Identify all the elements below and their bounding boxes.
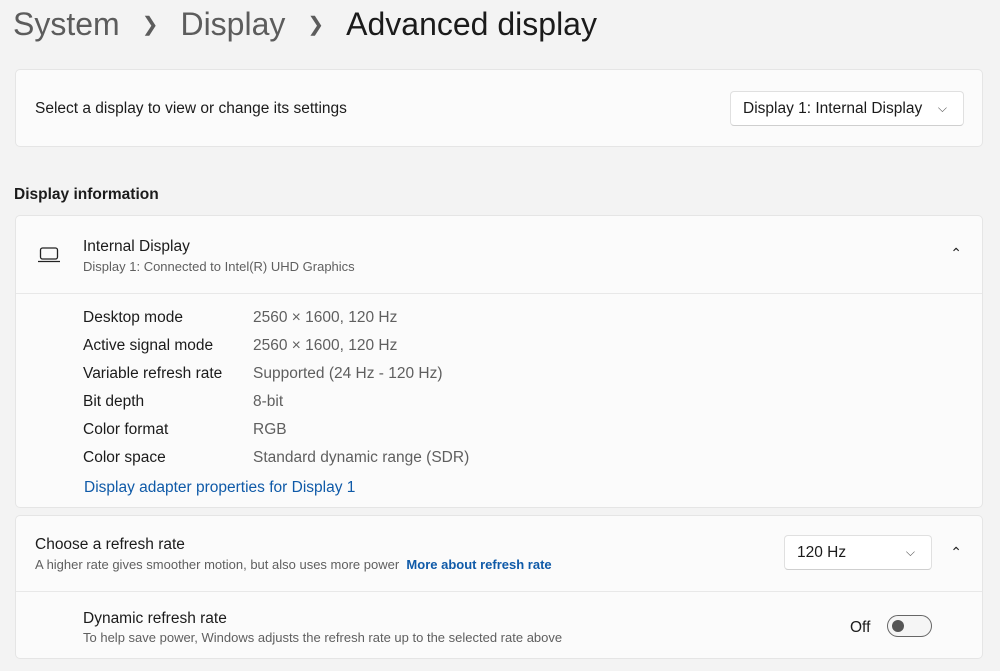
breadcrumb-system[interactable]: System <box>13 6 120 43</box>
refresh-rate-dropdown[interactable]: 120 Hz ⌵ <box>784 535 932 570</box>
info-row: Desktop mode 2560 × 1600, 120 Hz <box>83 309 398 326</box>
adapter-properties-link[interactable]: Display adapter properties for Display 1 <box>84 479 355 497</box>
chevron-up-icon[interactable]: ⌃ <box>950 245 962 262</box>
display-subtitle: Display 1: Connected to Intel(R) UHD Gra… <box>83 259 355 274</box>
display-select-value: Display 1: Internal Display <box>743 99 923 117</box>
info-row: Color format RGB <box>83 421 287 438</box>
display-select-dropdown[interactable]: Display 1: Internal Display ⌵ <box>730 91 964 126</box>
display-info-header[interactable]: Internal Display Display 1: Connected to… <box>16 216 982 293</box>
dynamic-refresh-desc: To help save power, Windows adjusts the … <box>83 630 563 645</box>
refresh-rate-card: Choose a refresh rate A higher rate give… <box>15 515 983 659</box>
laptop-icon <box>38 247 60 263</box>
display-name: Internal Display <box>83 238 190 255</box>
info-row: Active signal mode 2560 × 1600, 120 Hz <box>83 337 398 354</box>
refresh-more-link[interactable]: More about refresh rate <box>406 557 551 572</box>
select-display-label: Select a display to view or change its s… <box>35 100 347 117</box>
select-display-card: Select a display to view or change its s… <box>15 69 983 147</box>
breadcrumb: System ❯ Display ❯ Advanced display <box>13 6 597 43</box>
page-title: Advanced display <box>346 6 597 42</box>
dynamic-refresh-title: Dynamic refresh rate <box>83 610 227 627</box>
chevron-down-icon: ⌵ <box>937 101 947 115</box>
display-info-card: Internal Display Display 1: Connected to… <box>15 215 983 508</box>
refresh-desc: A higher rate gives smoother motion, but… <box>35 557 552 572</box>
toggle-state-label: Off <box>850 619 871 636</box>
chevron-right-icon: ❯ <box>307 14 325 36</box>
dynamic-refresh-toggle[interactable] <box>887 615 932 637</box>
chevron-right-icon: ❯ <box>141 14 159 36</box>
refresh-rate-value: 120 Hz <box>797 543 847 561</box>
info-row: Variable refresh rate Supported (24 Hz - … <box>83 365 443 382</box>
section-title: Display information <box>14 186 159 203</box>
breadcrumb-display[interactable]: Display <box>180 6 285 43</box>
chevron-down-icon: ⌵ <box>905 545 915 559</box>
refresh-title: Choose a refresh rate <box>35 536 185 553</box>
info-row: Color space Standard dynamic range (SDR) <box>83 449 470 466</box>
info-row: Bit depth 8-bit <box>83 393 284 410</box>
chevron-up-icon[interactable]: ⌃ <box>950 544 962 561</box>
